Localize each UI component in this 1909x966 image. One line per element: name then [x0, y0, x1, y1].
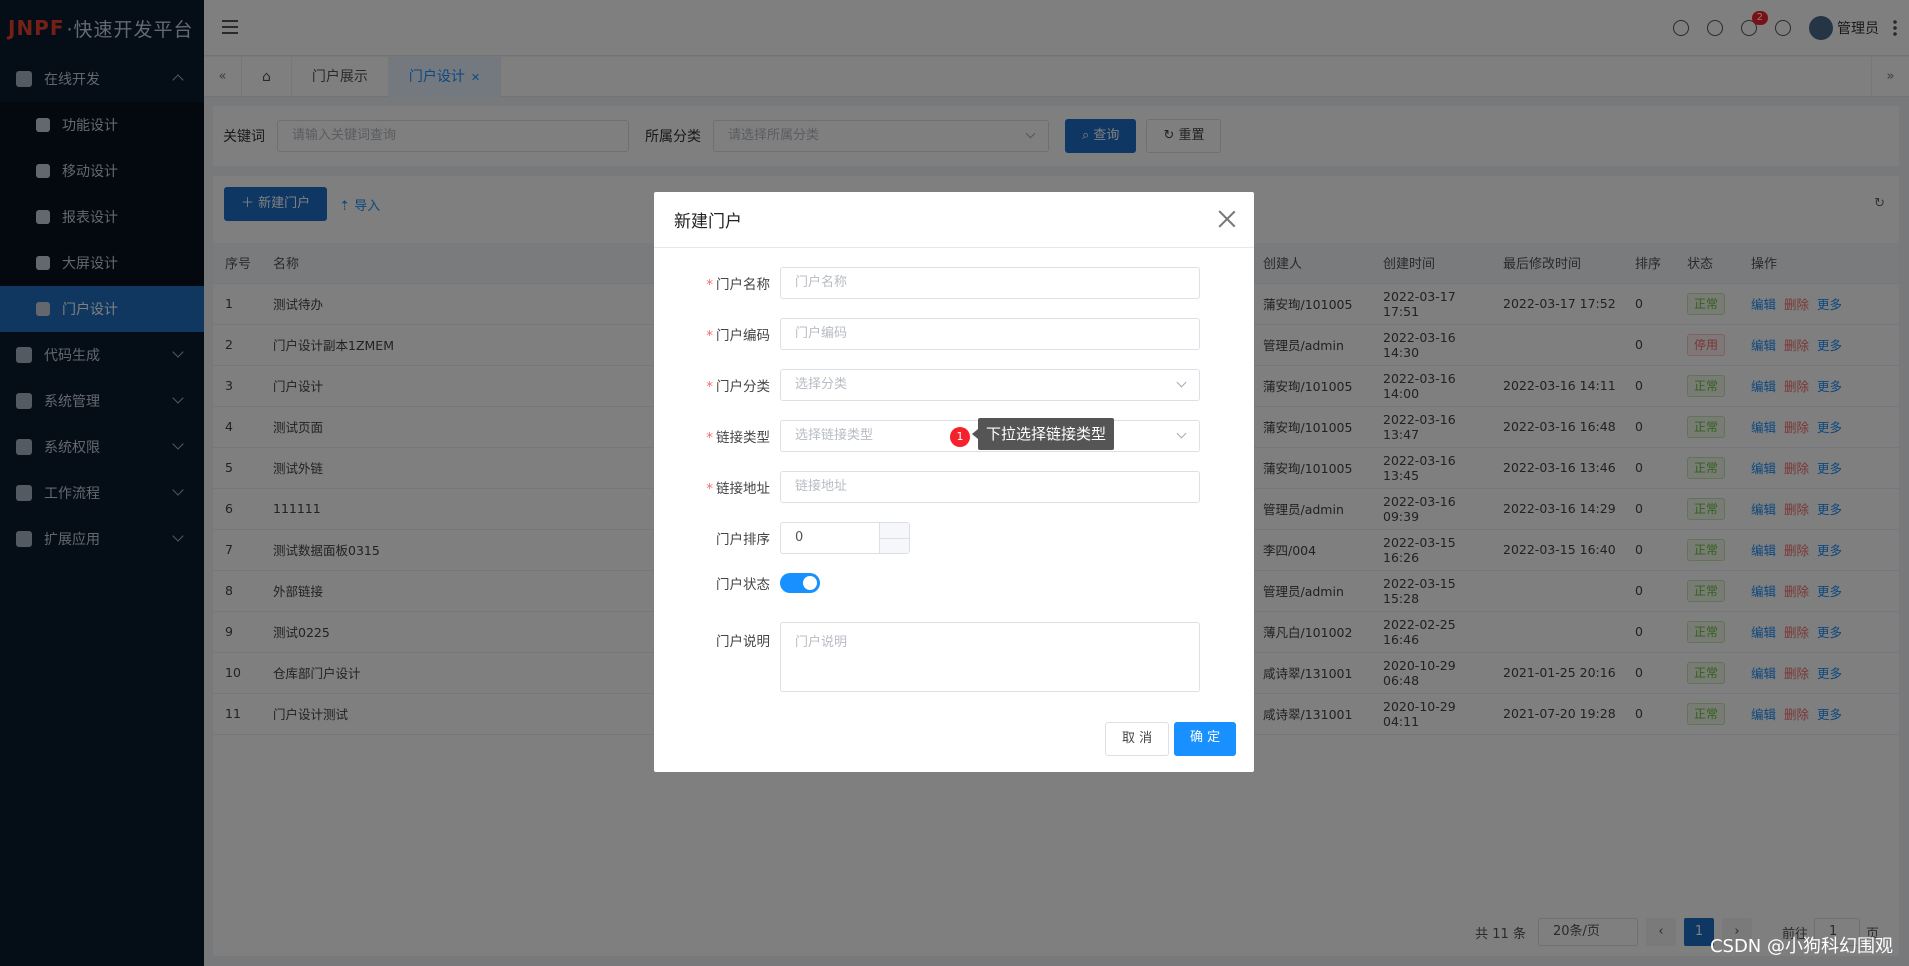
hint-tooltip: 下拉选择链接类型: [971, 418, 1115, 450]
status-toggle[interactable]: [780, 573, 820, 593]
portal-name-input[interactable]: 门户名称: [780, 267, 1200, 299]
row-sort: 门户排序 0: [654, 522, 1254, 554]
row-name: * 门户名称 门户名称: [654, 267, 1254, 299]
sort-stepper[interactable]: 0: [780, 522, 910, 554]
portal-code-input[interactable]: 门户编码: [780, 318, 1200, 350]
dialog-title: 新建门户: [654, 192, 1254, 248]
portal-category-select[interactable]: 选择分类: [780, 369, 1200, 401]
row-category: * 门户分类 选择分类: [654, 369, 1254, 401]
watermark: CSDN @小狗科幻围观: [1709, 936, 1893, 957]
description-textarea[interactable]: 门户说明: [780, 622, 1200, 692]
row-status: 门户状态: [654, 573, 1254, 593]
row-link: * 链接地址 链接地址: [654, 471, 1254, 503]
new-portal-dialog: 新建门户 * 门户名称 门户名称 * 门户编码 门户编码 * 门户分类 选择分类 * 链…: [654, 192, 1254, 772]
confirm-button[interactable]: 确 定: [1174, 722, 1237, 756]
close-icon[interactable]: [1218, 210, 1236, 228]
chevron-down-icon: [1176, 428, 1187, 439]
chevron-down-icon: [1176, 377, 1187, 388]
stepper-arrows-icon[interactable]: [879, 523, 910, 553]
row-desc: 门户说明 门户说明: [654, 622, 1254, 692]
link-address-input[interactable]: 链接地址: [780, 471, 1200, 503]
step-marker: 1: [950, 427, 970, 447]
row-code: * 门户编码 门户编码: [654, 318, 1254, 350]
cancel-button[interactable]: 取 消: [1105, 722, 1170, 756]
row-link-type: * 链接类型 选择链接类型 1 下拉选择链接类型: [654, 418, 1254, 452]
